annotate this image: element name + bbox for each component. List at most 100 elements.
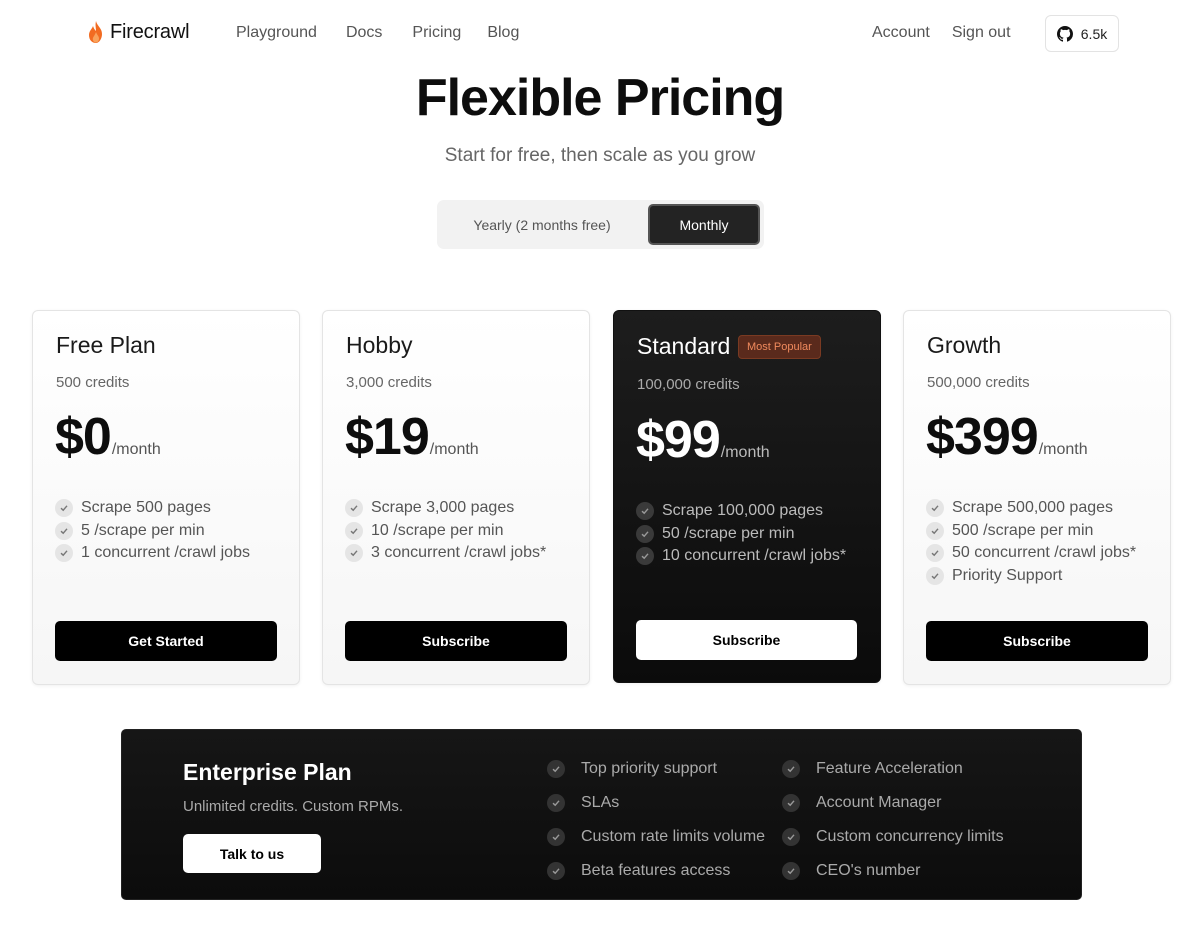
plan-name: Growth [927,332,1002,358]
check-icon [636,547,654,566]
nav-playground[interactable]: Playground [236,24,317,42]
enterprise-features-col1: Top priority support SLAs Custom rate li… [547,752,765,888]
plan-card-hobby: Hobby 3,000 credits $19 /month Scrape 3,… [322,310,590,685]
nav-blog[interactable]: Blog [487,24,519,42]
subscribe-button-growth[interactable]: Subscribe [926,621,1148,661]
plan-card-standard: Standard Most Popular 100,000 credits $9… [613,310,881,683]
feature-list: Scrape 3,000 pages 10 /scrape per min 3 … [345,497,546,565]
feature-text: Scrape 500 pages [81,499,211,517]
github-stars-count: 6.5k [1080,25,1108,42]
plan-name: Standard [637,333,731,359]
talk-to-us-button[interactable]: Talk to us [183,834,321,873]
check-icon [345,544,363,563]
price-value: $399 [926,408,1039,466]
feature-item: Top priority support [547,752,765,786]
check-icon [926,499,944,518]
toggle-yearly[interactable]: Yearly (2 months free) [437,200,647,249]
feature-item: Scrape 500,000 pages [926,497,1136,520]
most-popular-badge: Most Popular [738,335,821,359]
feature-text: 10 /scrape per min [371,521,504,539]
billing-toggle: Yearly (2 months free) Monthly [437,200,764,249]
plan-name: Hobby [346,332,413,358]
account-link[interactable]: Account [872,24,930,42]
feature-text: SLAs [581,794,620,811]
feature-text: 50 concurrent /crawl jobs* [952,544,1137,562]
feature-text: 3 concurrent /crawl jobs* [371,544,547,562]
sign-out-link[interactable]: Sign out [952,24,1011,42]
plan-credits: 500 credits [56,374,130,391]
check-icon [782,862,800,880]
logo[interactable]: Firecrawl [86,20,190,44]
plan-price: $99 /month [636,410,770,470]
top-header: Firecrawl Playground Docs Pricing Blog A… [0,0,1200,66]
github-stars-button[interactable]: 6.5k [1045,15,1119,52]
feature-list: Scrape 500,000 pages 500 /scrape per min… [926,497,1136,587]
price-value: $99 [636,411,721,469]
check-icon [926,521,944,540]
nav-docs[interactable]: Docs [346,24,382,42]
plan-credits: 3,000 credits [346,374,432,391]
toggle-monthly[interactable]: Monthly [648,204,760,245]
price-period: /month [720,444,770,461]
check-icon [636,524,654,543]
plan-price: $0 /month [55,407,161,467]
feature-item: SLAs [547,786,765,820]
check-icon [636,502,654,521]
feature-text: Custom concurrency limits [816,828,1004,845]
feature-item: Custom rate limits volume [547,820,765,854]
page-title: Flexible Pricing [415,69,785,127]
feature-item: Scrape 100,000 pages [636,500,846,523]
feature-item: CEO's number [782,854,1004,888]
enterprise-features-col2: Feature Acceleration Account Manager Cus… [782,752,1004,888]
github-icon [1056,25,1073,42]
plan-price: $399 /month [926,407,1088,467]
check-icon [55,499,73,518]
feature-item: Beta features access [547,854,765,888]
plan-card-free: Free Plan 500 credits $0 /month Scrape 5… [32,310,300,685]
feature-text: Top priority support [581,760,718,777]
price-period: /month [1038,441,1088,458]
subscribe-button-hobby[interactable]: Subscribe [345,621,567,661]
logo-text: Firecrawl [110,20,190,43]
check-icon [345,499,363,518]
feature-item: Scrape 3,000 pages [345,497,546,520]
feature-list: Scrape 500 pages 5 /scrape per min 1 con… [55,497,250,565]
check-icon [782,828,800,846]
feature-text: 50 /scrape per min [662,524,795,542]
feature-item: 1 concurrent /crawl jobs [55,542,250,565]
feature-text: 1 concurrent /crawl jobs [81,544,250,562]
check-icon [547,794,565,812]
get-started-button[interactable]: Get Started [55,621,277,661]
page-subtitle: Start for free, then scale as you grow [444,145,756,166]
plan-name: Free Plan [56,332,156,358]
feature-list: Scrape 100,000 pages 50 /scrape per min … [636,500,846,568]
feature-item: 5 /scrape per min [55,520,250,543]
feature-item: 10 /scrape per min [345,520,546,543]
check-icon [547,760,565,778]
feature-item: 3 concurrent /crawl jobs* [345,542,546,565]
check-icon [782,794,800,812]
check-icon [345,521,363,540]
feature-item: 10 concurrent /crawl jobs* [636,545,846,568]
feature-text: Scrape 3,000 pages [371,499,515,517]
nav-pricing[interactable]: Pricing [412,24,461,42]
plan-card-growth: Growth 500,000 credits $399 /month Scrap… [903,310,1171,685]
check-icon [782,760,800,778]
check-icon [547,828,565,846]
enterprise-subtitle: Unlimited credits. Custom RPMs. [183,798,404,815]
feature-item: 50 concurrent /crawl jobs* [926,542,1136,565]
price-value: $0 [55,408,112,466]
feature-text: 5 /scrape per min [81,521,205,539]
plan-credits: 500,000 credits [927,374,1030,391]
feature-text: CEO's number [816,862,921,879]
feature-item: Scrape 500 pages [55,497,250,520]
account-nav: Account Sign out [872,24,1033,42]
price-value: $19 [345,408,430,466]
check-icon [547,862,565,880]
enterprise-plan-card: Enterprise Plan Unlimited credits. Custo… [121,729,1082,900]
plan-credits: 100,000 credits [637,376,740,393]
feature-item: Custom concurrency limits [782,820,1004,854]
subscribe-button-standard[interactable]: Subscribe [636,620,857,660]
enterprise-title: Enterprise Plan [183,759,352,785]
feature-text: Beta features access [581,862,731,879]
